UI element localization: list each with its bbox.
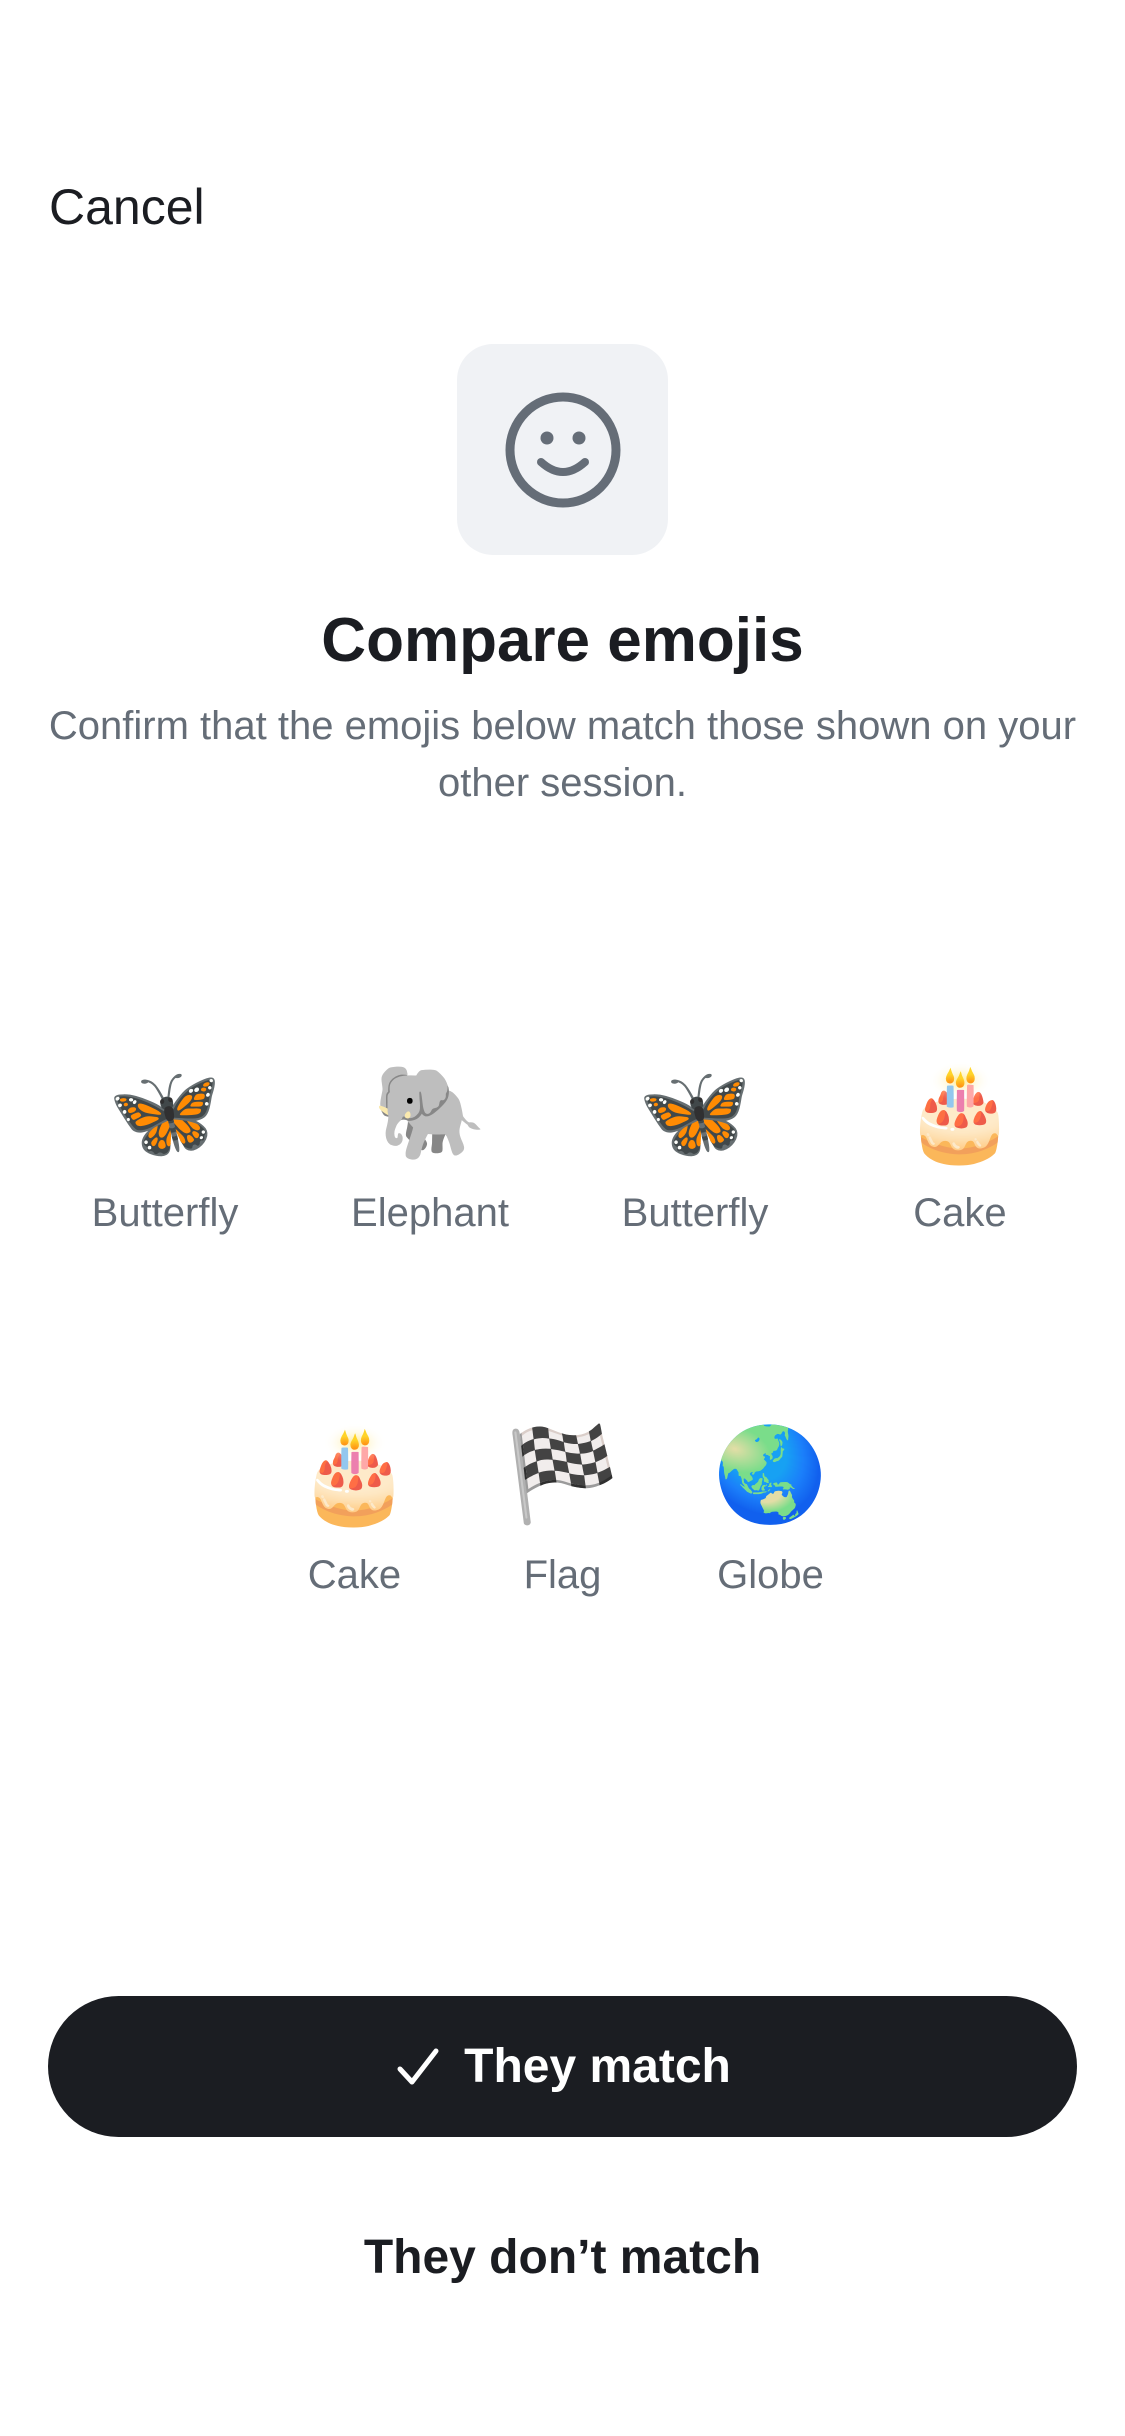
emoji-item: 🎂 Cake	[251, 1420, 459, 1600]
emoji-row-2: 🎂 Cake 🏁 Flag 🌏 Globe	[0, 1420, 1125, 1600]
emoji-item: 🦋 Butterfly	[33, 1058, 298, 1238]
butterfly-icon: 🦋	[637, 1059, 753, 1166]
emoji-label: Cake	[913, 1191, 1007, 1235]
page-title: Compare emojis	[321, 606, 804, 675]
emoji-item: 🌏 Globe	[667, 1420, 875, 1600]
emoji-item: 🏁 Flag	[459, 1420, 667, 1600]
cake-icon: 🎂	[902, 1059, 1018, 1166]
globe-icon: 🌏	[713, 1421, 828, 1528]
hero-icon-container	[457, 344, 668, 555]
smiley-face-icon	[505, 392, 620, 507]
emoji-row-1: 🦋 Butterfly 🐘 Elephant 🦋 Butterfly 🎂 Cak…	[0, 1058, 1125, 1238]
checkmark-icon	[397, 2048, 439, 2084]
emoji-label: Cake	[307, 1553, 402, 1597]
emoji-item: 🐘 Elephant	[298, 1058, 563, 1238]
emoji-label: Elephant	[351, 1191, 509, 1235]
cake-icon: 🎂	[297, 1421, 412, 1528]
they-match-label: They match	[464, 2039, 731, 2093]
emoji-label: Flag	[523, 1553, 602, 1597]
checkered-flag-icon: 🏁	[505, 1421, 620, 1528]
emoji-item: 🦋 Butterfly	[563, 1058, 828, 1238]
emoji-item: 🎂 Cake	[828, 1058, 1093, 1238]
they-dont-match-button[interactable]: They don’t match	[48, 2222, 1077, 2292]
page-subtitle: Confirm that the emojis below match thos…	[48, 704, 1077, 805]
emoji-label: Butterfly	[621, 1191, 769, 1235]
emoji-label: Butterfly	[91, 1191, 239, 1235]
they-match-button[interactable]: They match	[48, 1996, 1077, 2137]
elephant-icon: 🐘	[372, 1059, 488, 1166]
butterfly-icon: 🦋	[107, 1059, 223, 1166]
cancel-button[interactable]: Cancel	[49, 177, 205, 237]
emoji-label: Globe	[717, 1553, 824, 1597]
